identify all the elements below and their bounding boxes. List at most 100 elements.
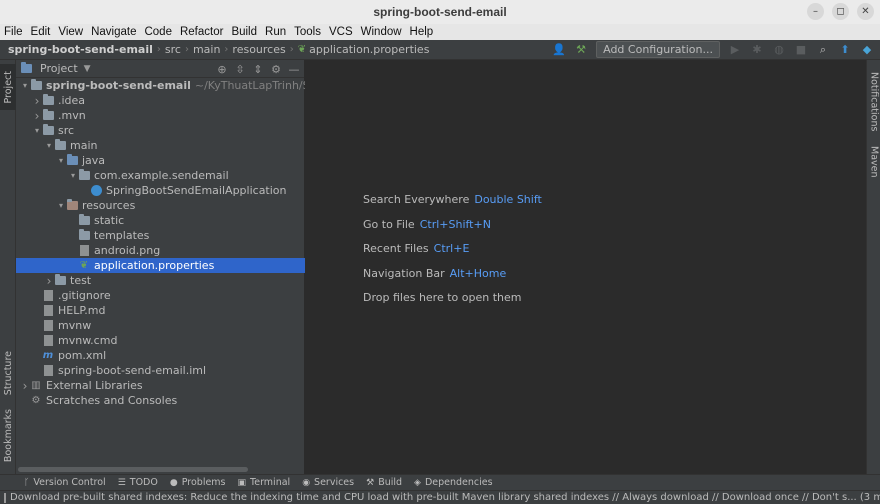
tree-node[interactable]: ▾ spring-boot-send-email ~/KyThuatLapTrinh… (16, 78, 305, 93)
menu-refactor[interactable]: Refactor (180, 26, 223, 38)
stop-icon[interactable]: ■ (794, 43, 808, 57)
breadcrumb-item[interactable]: spring-boot-send-email (8, 43, 153, 56)
search-icon[interactable]: ⌕ (816, 43, 830, 57)
tab-bookmarks[interactable]: Bookmarks (0, 408, 16, 464)
menu-run[interactable]: Run (265, 26, 286, 38)
menu-edit[interactable]: Edit (31, 26, 51, 38)
tool-window-todo[interactable]: ☰ TODO (118, 477, 158, 488)
menu-navigate[interactable]: Navigate (91, 26, 136, 38)
project-panel-title[interactable]: Project (40, 62, 78, 75)
tool-window-terminal[interactable]: ▣ Terminal (238, 477, 291, 488)
tool-window-dependencies[interactable]: ◈ Dependencies (414, 477, 493, 488)
chevron-down-icon[interactable]: ▾ (56, 201, 66, 210)
folder-icon (42, 94, 54, 106)
tree-node[interactable]: › test (16, 273, 305, 288)
tree-node[interactable]: spring-boot-send-email.iml (16, 363, 305, 378)
chevron-down-icon[interactable]: ▾ (20, 81, 30, 90)
tab-maven[interactable]: Maven (867, 142, 880, 182)
project-panel-tools: ⊕ ⇳ ⇕ ⚙ — (216, 62, 300, 76)
menu-file[interactable]: File (4, 26, 23, 38)
chevron-right-icon[interactable]: › (20, 379, 30, 393)
tree-node-label: main (70, 139, 98, 152)
chevron-right-icon[interactable]: › (44, 274, 54, 288)
tree-node[interactable]: ▾ main (16, 138, 305, 153)
tree-node[interactable]: › ▥ External Libraries (16, 378, 305, 393)
tool-window-problems[interactable]: ● Problems (170, 477, 226, 488)
tab-project[interactable]: Project (0, 64, 16, 110)
chevron-down-icon[interactable]: ▾ (44, 141, 54, 150)
tab-structure[interactable]: Structure (0, 346, 16, 400)
chevron-down-icon[interactable]: ▾ (56, 156, 66, 165)
breadcrumb-item[interactable]: main (193, 43, 220, 56)
editor-empty-area[interactable]: Search Everywhere Double Shift Go to File C… (306, 60, 866, 474)
folder-icon (54, 274, 66, 286)
run-toolbar: 👤 ⚒ Add Configuration... ▶ ✱ ◍ ■ ⌕ ⬆ ◆ (552, 41, 874, 58)
menu-code[interactable]: Code (144, 26, 172, 38)
tree-node[interactable]: ❦ application.properties (16, 258, 305, 273)
breadcrumb-item[interactable]: src (165, 43, 181, 56)
gear-icon[interactable]: ⚙ (270, 62, 282, 76)
tree-node-label: spring-boot-send-email.iml (58, 364, 207, 377)
build-hammer-icon[interactable]: ⚒ (574, 43, 588, 57)
tool-window-build[interactable]: ⚒ Build (366, 477, 402, 488)
menu-vcs[interactable]: VCS (329, 26, 353, 38)
maximize-button[interactable]: ◻ (832, 3, 849, 20)
tree-node[interactable]: ▾ resources (16, 198, 305, 213)
tree-node[interactable]: › .idea (16, 93, 305, 108)
breadcrumb-item[interactable]: resources (232, 43, 285, 56)
update-icon[interactable]: ⬆ (838, 43, 852, 57)
tree-node[interactable]: ▾ src (16, 123, 305, 138)
tree-node[interactable]: ▾ com.example.sendemail (16, 168, 305, 183)
tool-window-version-control[interactable]: ᚴ Version Control (24, 477, 106, 488)
menu-build[interactable]: Build (231, 26, 257, 38)
spring-class-icon (90, 185, 102, 196)
chevron-right-icon[interactable]: › (32, 94, 42, 108)
coverage-icon[interactable]: ◍ (772, 43, 786, 57)
tree-node[interactable]: .gitignore (16, 288, 305, 303)
expand-all-icon[interactable]: ⇳ (234, 62, 246, 76)
run-icon[interactable]: ▶ (728, 43, 742, 57)
tree-node[interactable]: m pom.xml (16, 348, 305, 363)
status-notification-icon[interactable] (4, 492, 6, 503)
tree-node[interactable]: templates (16, 228, 305, 243)
breadcrumb-label: spring-boot-send-email (8, 43, 153, 56)
locate-icon[interactable]: ⊕ (216, 62, 228, 76)
tree-node[interactable]: static (16, 213, 305, 228)
tool-window-services[interactable]: ◉ Services (302, 477, 354, 488)
tree-node[interactable]: SpringBootSendEmailApplication (16, 183, 305, 198)
tree-node[interactable]: mvnw.cmd (16, 333, 305, 348)
menu-view[interactable]: View (58, 26, 83, 38)
minimize-button[interactable]: – (807, 3, 824, 20)
status-text[interactable]: Download pre-built shared indexes: Reduc… (10, 492, 880, 503)
close-button[interactable]: ✕ (857, 3, 874, 20)
tree-node[interactable]: HELP.md (16, 303, 305, 318)
horizontal-scrollbar[interactable] (18, 467, 248, 472)
menu-tools[interactable]: Tools (294, 26, 321, 38)
menu-help[interactable]: Help (410, 26, 434, 38)
tree-node-label: static (94, 214, 125, 227)
chevron-right-icon[interactable]: › (32, 109, 42, 123)
chevron-down-icon[interactable]: ▾ (32, 126, 42, 135)
branch-icon: ᚴ (24, 477, 30, 488)
add-configuration-button[interactable]: Add Configuration... (596, 41, 720, 58)
chevron-down-icon[interactable]: ▼ (84, 64, 91, 74)
breadcrumb-item[interactable]: ❦ application.properties (298, 43, 430, 56)
project-panel-header: Project ▼ ⊕ ⇳ ⇕ ⚙ — (16, 60, 304, 78)
tab-notifications[interactable]: Notifications (867, 66, 880, 138)
tree-node-label: .gitignore (58, 289, 111, 302)
tree-node[interactable]: › .mvn (16, 108, 305, 123)
user-icon[interactable]: 👤 (552, 43, 566, 57)
editor-hint: Navigation Bar Alt+Home (363, 267, 506, 280)
hide-icon[interactable]: — (288, 62, 300, 76)
menu-window[interactable]: Window (361, 26, 402, 38)
debug-icon[interactable]: ✱ (750, 43, 764, 57)
plugin-icon[interactable]: ◆ (860, 43, 874, 57)
tree-node[interactable]: android.png (16, 243, 305, 258)
tree-node-label: src (58, 124, 75, 137)
chevron-down-icon[interactable]: ▾ (68, 171, 78, 180)
tree-node[interactable]: mvnw (16, 318, 305, 333)
collapse-all-icon[interactable]: ⇕ (252, 62, 264, 76)
tree-node[interactable]: ⚙ Scratches and Consoles (16, 393, 305, 408)
menu-bar: File Edit View Navigate Code Refactor Build Run… (0, 24, 880, 40)
tree-node[interactable]: ▾ java (16, 153, 305, 168)
